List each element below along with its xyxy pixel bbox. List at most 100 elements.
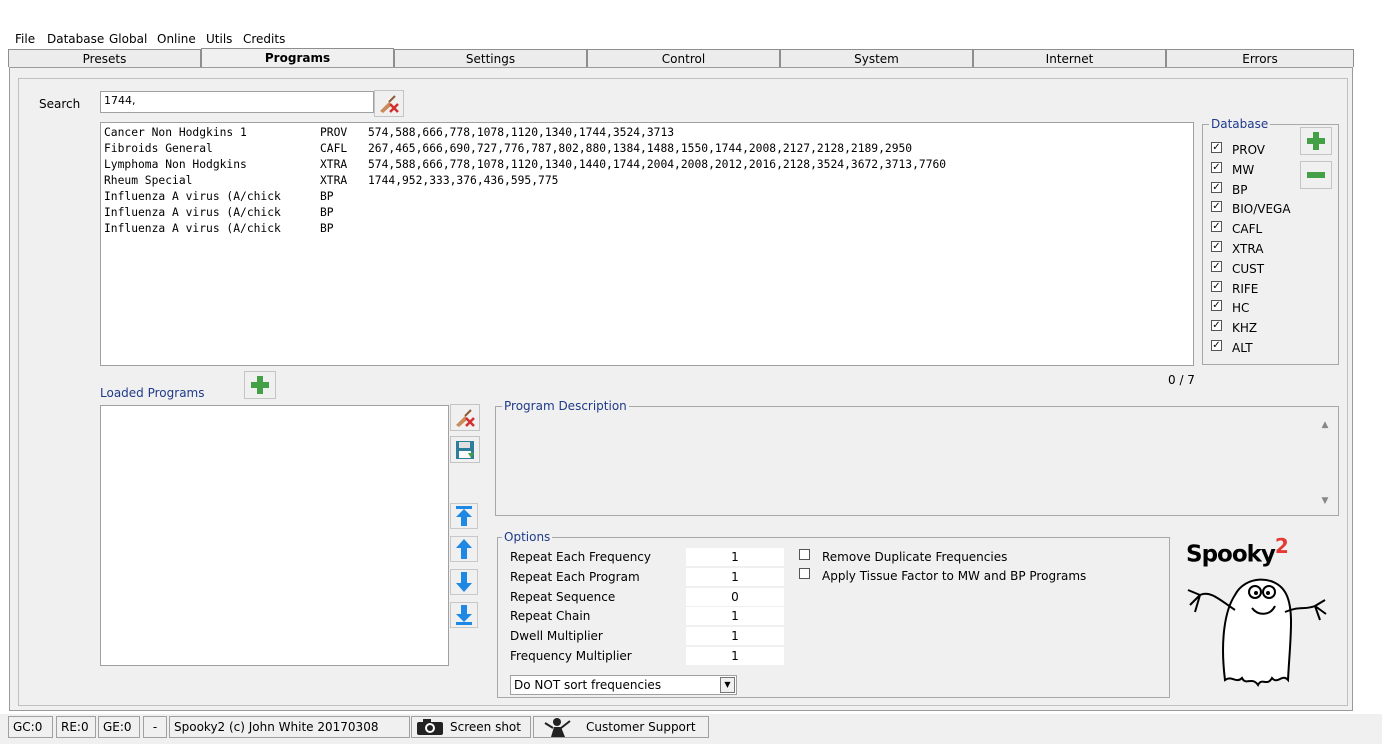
database-checkbox[interactable]: ✓ [1211, 181, 1222, 193]
menu-file[interactable]: File [15, 32, 35, 46]
database-checkbox[interactable]: ✓ [1211, 300, 1222, 312]
result-db: BP [320, 190, 334, 203]
result-freqs: 574,588,666,778,1078,1120,1340,1744,3524… [368, 126, 675, 139]
customer-support-button[interactable]: Customer Support [533, 716, 709, 738]
database-checkbox[interactable]: ✓ [1211, 320, 1222, 332]
scroll-down-icon[interactable]: ▼ [1316, 496, 1334, 506]
option-label: Dwell Multiplier [510, 629, 603, 644]
move-down-button[interactable] [450, 569, 478, 595]
database-checkbox[interactable]: ✓ [1211, 161, 1222, 173]
tab-presets[interactable]: Presets [8, 49, 201, 67]
result-freqs: 1744,952,333,376,436,595,775 [368, 174, 559, 187]
option-value-field[interactable]: 1 [686, 548, 784, 566]
status-ge: GE:0 [98, 716, 140, 738]
plus-icon [1307, 132, 1325, 150]
sort-frequencies-select[interactable]: Do NOT sort frequencies ▼ [510, 675, 737, 695]
database-legend: Database [1209, 117, 1271, 131]
database-item-label: CAFL [1232, 222, 1263, 237]
database-item-label: ALT [1232, 341, 1253, 355]
search-input[interactable]: 1744, [100, 91, 374, 113]
menu-global[interactable]: Global [109, 32, 147, 46]
add-program-button[interactable] [244, 371, 276, 399]
option-label: Repeat Sequence [510, 589, 616, 604]
result-row[interactable]: Fibroids General CAFL 267,465,666,690,727,… [104, 141, 1190, 157]
option-value-field[interactable]: 1 [686, 647, 784, 665]
option-value-field[interactable]: 1 [686, 567, 784, 586]
chevron-down-icon[interactable]: ▼ [720, 677, 735, 693]
result-row[interactable]: Cancer Non Hodgkins 1 PROV 574,588,666,778… [104, 125, 1190, 141]
move-to-top-button[interactable] [450, 503, 478, 529]
results-rows: Cancer Non Hodgkins 1 PROV 574,588,666,778… [104, 125, 1190, 237]
menu-credits[interactable]: Credits [243, 32, 285, 46]
result-row[interactable]: Influenza A virus (A/chick BP [104, 205, 1190, 221]
tab-system[interactable]: System [780, 49, 973, 67]
tissue-factor-checkbox[interactable] [799, 568, 810, 579]
tab-strip: Presets Programs Settings Control System… [8, 48, 1354, 68]
screenshot-label: Screen shot [450, 720, 521, 734]
loaded-programs-label: Loaded Programs [100, 386, 205, 400]
sort-select-value: Do NOT sort frequencies [514, 678, 662, 692]
database-checkbox[interactable]: ✓ [1211, 340, 1222, 351]
database-item-label: RIFE [1232, 281, 1259, 296]
remove-database-button[interactable] [1300, 161, 1332, 189]
broom-clear-icon [456, 408, 475, 427]
database-item-label: BIO/VEGA [1232, 202, 1291, 217]
save-disk-icon [456, 440, 474, 459]
search-results-list[interactable]: Cancer Non Hodgkins 1 PROV 574,588,666,778… [100, 122, 1194, 366]
result-row[interactable]: Influenza A virus (A/chick BP [104, 221, 1190, 237]
loaded-programs-list[interactable] [100, 405, 449, 666]
remove-duplicates-checkbox[interactable] [799, 549, 810, 560]
database-checkbox[interactable]: ✓ [1211, 280, 1222, 292]
tab-control[interactable]: Control [587, 49, 780, 67]
minus-icon [1307, 172, 1325, 178]
ghost-icon [1187, 578, 1327, 687]
database-checkbox[interactable]: ✓ [1211, 241, 1222, 252]
result-row[interactable]: Influenza A virus (A/chick BP [104, 189, 1190, 205]
add-database-button[interactable] [1300, 127, 1332, 155]
result-name: Influenza A virus (A/chick [104, 206, 281, 219]
menu-online[interactable]: Online [157, 32, 196, 46]
program-description-text[interactable] [497, 414, 1316, 514]
spooky2-logo: Spooky2 [1180, 530, 1330, 690]
clear-loaded-button[interactable] [450, 404, 480, 431]
move-to-bottom-button[interactable] [450, 602, 478, 628]
database-item-label: BP [1232, 182, 1248, 197]
result-db: PROV [320, 126, 348, 139]
menu-database[interactable]: Database [47, 32, 104, 46]
result-row[interactable]: Rheum Special XTRA 1744,952,333,376,436,59… [104, 173, 1190, 189]
tab-errors[interactable]: Errors [1166, 49, 1354, 67]
tab-internet[interactable]: Internet [973, 49, 1166, 67]
tab-programs[interactable]: Programs [201, 48, 394, 68]
result-row[interactable]: Lymphoma Non Hodgkins XTRA 574,588,666,778… [104, 157, 1190, 173]
database-checkbox[interactable]: ✓ [1211, 221, 1222, 233]
tab-settings[interactable]: Settings [394, 49, 587, 67]
description-scrollbar[interactable]: ▲ ▼ [1316, 414, 1334, 514]
option-label: Frequency Multiplier [510, 649, 632, 663]
arrow-bottom-icon [456, 605, 472, 625]
program-description-legend: Program Description [502, 399, 629, 413]
move-up-button[interactable] [450, 536, 478, 562]
database-checkbox[interactable]: ✓ [1211, 142, 1222, 153]
scroll-up-icon[interactable]: ▲ [1316, 420, 1334, 430]
status-copyright: Spooky2 (c) John White 20170308 [169, 716, 410, 738]
result-freqs: 267,465,666,690,727,776,787,802,880,1384… [368, 142, 913, 155]
database-checkbox[interactable]: ✓ [1211, 260, 1222, 272]
camera-icon [417, 719, 443, 735]
option-value-field[interactable]: 0 [686, 587, 784, 606]
arrow-top-icon [456, 506, 472, 526]
result-name: Cancer Non Hodgkins 1 [104, 126, 247, 139]
option-value-field[interactable]: 1 [686, 607, 784, 626]
database-item-label: CUST [1232, 261, 1265, 276]
result-name: Influenza A virus (A/chick [104, 190, 281, 203]
tissue-factor-label: Apply Tissue Factor to MW and BP Program… [822, 569, 1087, 583]
database-checkbox[interactable]: ✓ [1211, 201, 1222, 213]
options-legend: Options [502, 530, 553, 544]
screenshot-button[interactable]: Screen shot [411, 716, 531, 738]
option-value-field[interactable]: 1 [686, 627, 784, 646]
database-item-label: XTRA [1232, 242, 1264, 256]
save-program-button[interactable] [450, 436, 480, 463]
result-db: CAFL [320, 142, 348, 155]
menu-utils[interactable]: Utils [206, 32, 232, 46]
clear-search-button[interactable] [374, 90, 404, 117]
results-count: 0 / 7 [1168, 373, 1195, 387]
